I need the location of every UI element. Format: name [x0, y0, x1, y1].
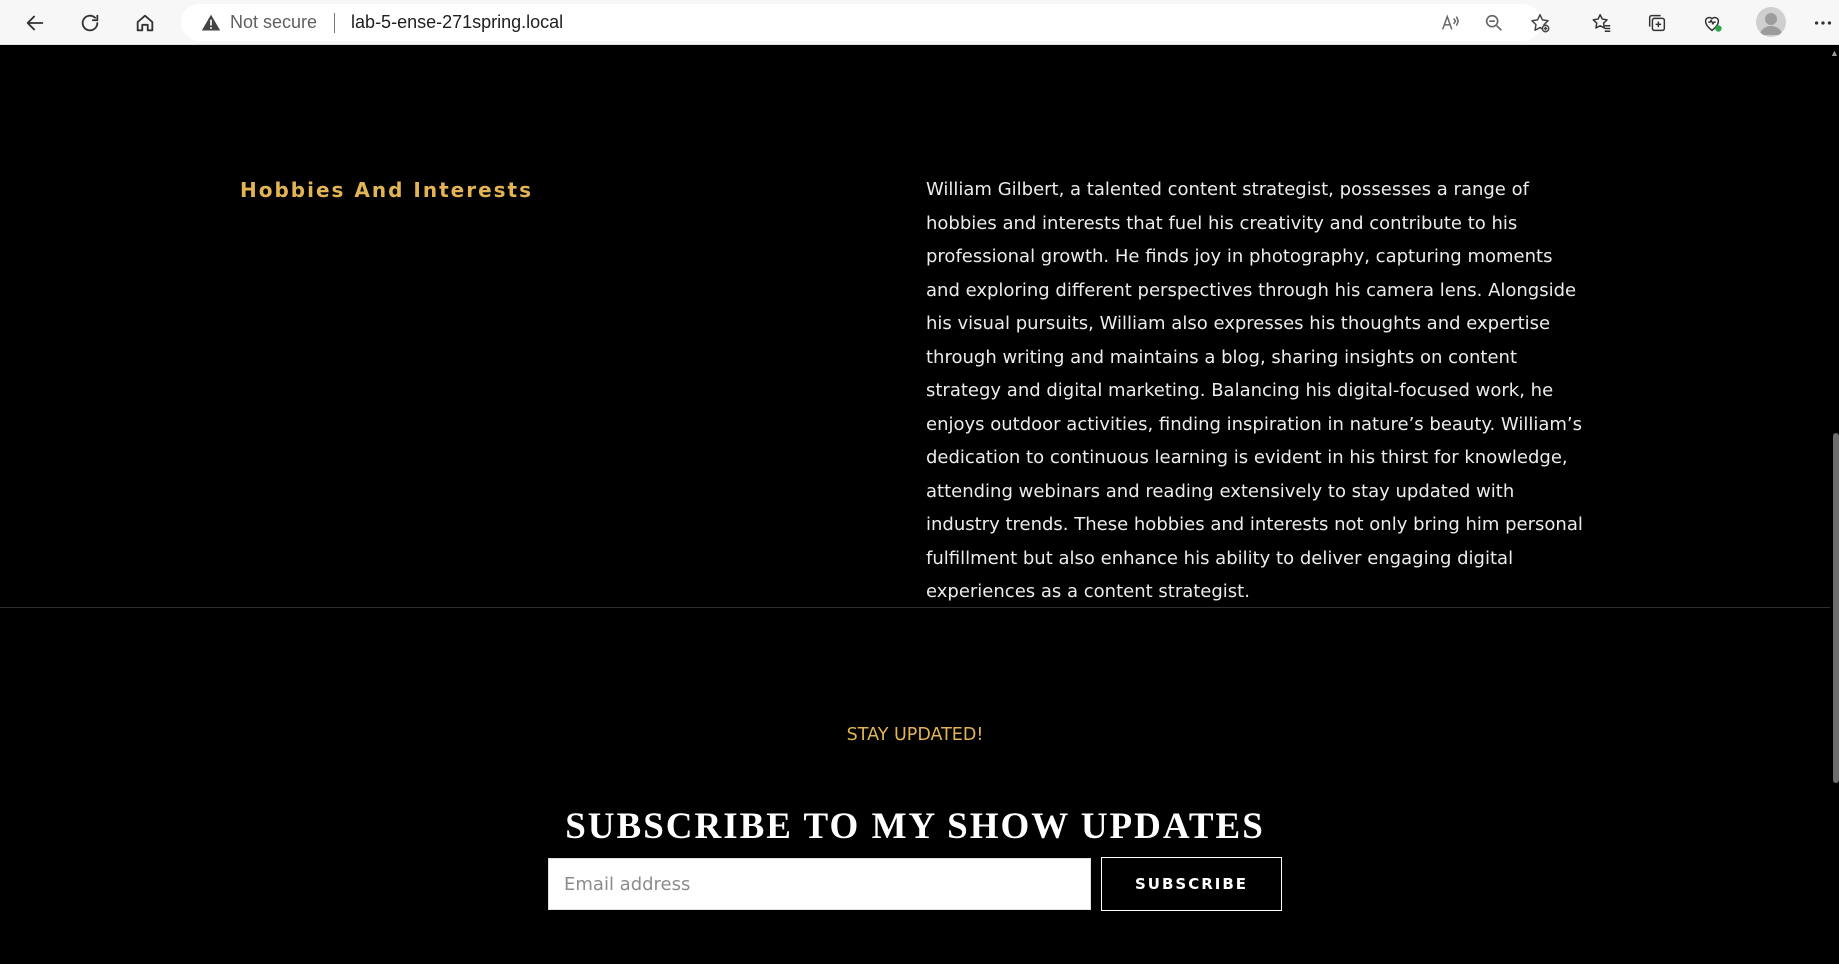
- subscribe-button[interactable]: SUBSCRIBE: [1101, 857, 1282, 911]
- home-icon: [136, 14, 154, 32]
- reload-button[interactable]: [73, 6, 107, 40]
- reload-icon: [81, 14, 99, 32]
- newsletter-title: SUBSCRIBE TO MY SHOW UPDATES: [565, 806, 1265, 847]
- security-label[interactable]: Not secure: [230, 12, 317, 33]
- zoom-out-icon[interactable]: [1481, 10, 1507, 36]
- back-button[interactable]: [18, 6, 52, 40]
- hobbies-paragraph: William Gilbert, a talented content stra…: [926, 179, 1583, 602]
- more-menu-icon[interactable]: [1807, 7, 1839, 39]
- profile-avatar-icon[interactable]: [1756, 7, 1786, 37]
- address-bar[interactable]: Not secure lab-5-ense-271spring.local: [181, 4, 1550, 41]
- favorites-icon[interactable]: [1586, 7, 1618, 39]
- collections-icon[interactable]: [1641, 7, 1673, 39]
- home-button[interactable]: [128, 6, 162, 40]
- browser-toolbar: Not secure lab-5-ense-271spring.local: [0, 0, 1839, 45]
- warning-triangle-icon[interactable]: [201, 13, 221, 33]
- read-aloud-icon[interactable]: [1437, 10, 1463, 36]
- newsletter-kicker: STAY UPDATED!: [846, 725, 984, 745]
- browser-essentials-icon[interactable]: [1696, 7, 1728, 39]
- scroll-up-arrow-icon[interactable]: ▲: [1830, 47, 1839, 59]
- back-arrow-icon: [26, 15, 44, 31]
- section-divider: [0, 607, 1830, 608]
- url-text[interactable]: lab-5-ense-271spring.local: [351, 12, 563, 33]
- email-field[interactable]: [548, 858, 1091, 910]
- hobbies-heading: Hobbies And Interests: [240, 178, 533, 202]
- address-separator: [334, 12, 336, 33]
- scrollbar-thumb[interactable]: [1833, 433, 1839, 783]
- add-favorite-icon[interactable]: [1527, 10, 1553, 36]
- page-content: Hobbies And Interests William Gilbert, a…: [0, 45, 1830, 964]
